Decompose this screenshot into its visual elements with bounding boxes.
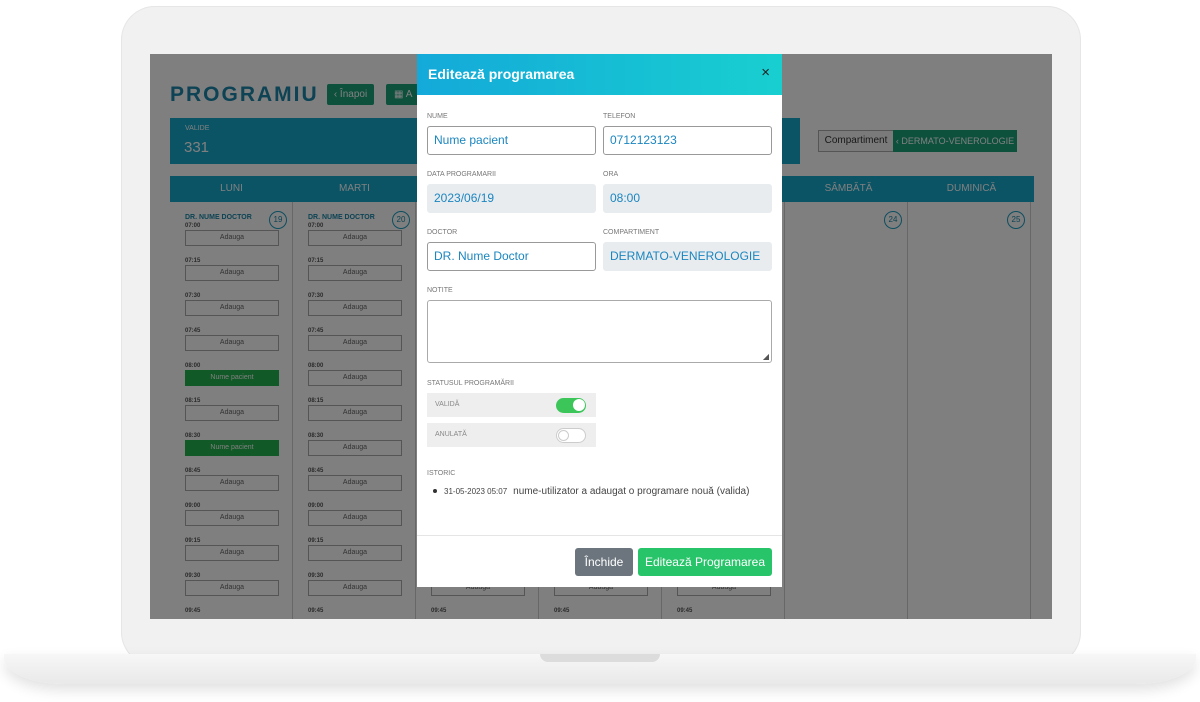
modal-header: Editează programarea × [417,54,782,95]
cancelled-toggle-label: ANULATĂ [435,431,467,438]
close-button[interactable]: Închide [575,548,633,576]
laptop-notch [540,654,660,662]
toggle-knob [573,399,585,411]
modal-title: Editează programarea [428,66,575,82]
history-label: ISTORIC [427,470,456,477]
close-icon[interactable]: × [761,64,770,81]
toggle-knob [558,430,569,441]
modal-footer-divider [417,535,782,536]
app-screen: PROGRAMIU ‹ Înapoi ▦ A VALIDE 331 Compar… [150,54,1052,619]
valid-toggle[interactable] [556,398,586,413]
notes-textarea[interactable]: ◢ [427,300,772,363]
time-label: ORA [603,171,619,178]
phone-label: TELEFON [603,113,636,120]
department-field: DERMATO-VENEROLOGIE [603,242,772,271]
time-field: 08:00 [603,184,772,213]
valid-toggle-row: VALIDĂ [427,393,596,417]
name-field[interactable]: Nume pacient [427,126,596,155]
cancelled-toggle-row: ANULATĂ [427,423,596,447]
notes-label: NOTITE [427,287,453,294]
date-label: DATA PROGRAMARII [427,171,496,178]
cancelled-toggle[interactable] [556,428,586,443]
doctor-field[interactable]: DR. Nume Doctor [427,242,596,271]
valid-toggle-label: VALIDĂ [435,401,460,408]
history-item: 31-05-2023 05:07 nume-utilizator a adauga… [433,486,749,497]
bullet-icon [433,489,437,494]
doctor-label: DOCTOR [427,229,458,236]
history-date: 31-05-2023 05:07 [444,487,508,496]
phone-field[interactable]: 0712123123 [603,126,772,155]
date-field: 2023/06/19 [427,184,596,213]
name-label: NUME [427,113,448,120]
status-label: STATUSUL PROGRAMĂRII [427,380,514,387]
edit-appointment-modal: Editează programarea × NUME Nume pacient… [417,54,782,587]
history-text: nume-utilizator a adaugat o programare n… [513,486,750,497]
save-appointment-button[interactable]: Editează Programarea [638,548,772,576]
resize-grip-icon[interactable]: ◢ [763,352,769,361]
department-label: COMPARTIMENT [603,229,660,236]
